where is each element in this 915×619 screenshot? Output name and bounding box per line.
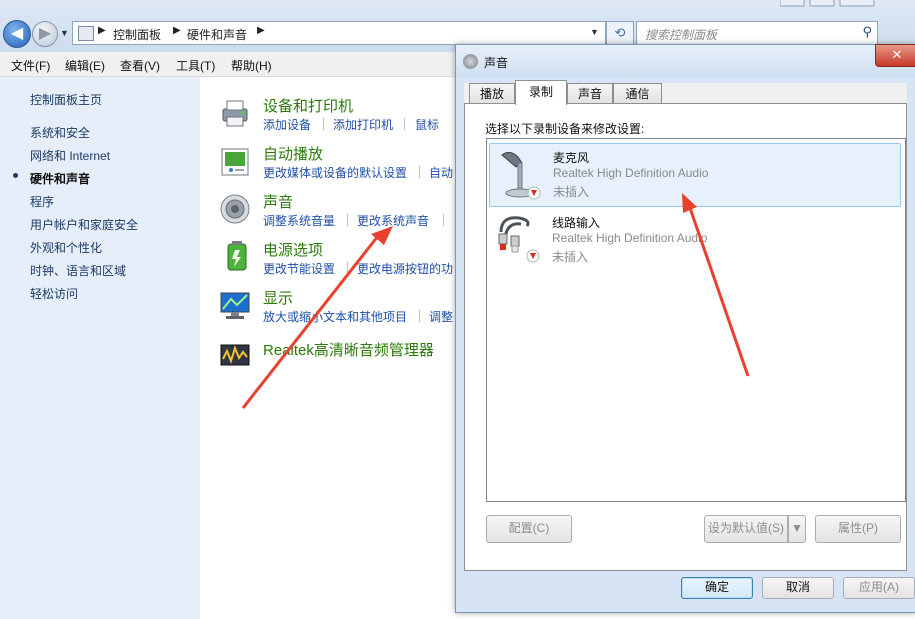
link-add-printer[interactable]: 添加打印机 [333,116,393,133]
ok-button[interactable]: 确定 [681,577,753,599]
link-divider [404,118,405,130]
menu-tools[interactable]: 工具(T) [176,57,215,74]
link-adjust-volume[interactable]: 调整系统音量 [263,212,335,229]
category-title-power-options[interactable]: 电源选项 [263,239,323,260]
realtek-icon[interactable] [219,339,251,371]
configure-button[interactable]: 配置(C) [486,515,572,543]
instruction-text: 选择以下录制设备来修改设置: [485,122,645,136]
device-description: Realtek High Definition Audio [552,231,708,245]
link-change-power-saving[interactable]: 更改节能设置 [263,260,335,277]
nav-clock-language[interactable]: 时钟、语言和区域 [30,262,126,279]
link-divider [347,214,348,226]
battery-icon[interactable] [221,240,253,272]
breadcrumb-separator-icon[interactable]: ▶ [173,25,181,36]
close-button[interactable]: ✕ [875,44,915,67]
link-add-device[interactable]: 添加设备 [263,116,311,133]
link-mouse[interactable]: 鼠标 [415,116,439,133]
control-panel-icon [78,26,94,41]
breadcrumb-control-panel[interactable]: 控制面板 [113,26,161,43]
link-change-media-defaults[interactable]: 更改媒体或设备的默认设置 [263,164,407,181]
dialog-body: 播放 录制 声音 通信 选择以下录制设备来修改设置: 麦克风 Realtek H… [464,80,907,571]
link-power-button-truncated[interactable]: 更改电源按钮的功 [357,260,453,277]
properties-button[interactable]: 属性(P) [815,515,901,543]
nav-appearance[interactable]: 外观和个性化 [30,239,102,256]
sound-icon [463,54,478,69]
device-description: Realtek High Definition Audio [553,166,709,180]
nav-user-accounts[interactable]: 用户帐户和家庭安全 [30,216,138,233]
category-title-realtek[interactable]: Realtek高清晰音频管理器 [263,339,434,360]
link-zoom-text[interactable]: 放大或缩小文本和其他项目 [263,308,407,325]
link-divider [347,262,348,274]
menu-help[interactable]: 帮助(H) [231,57,272,74]
breadcrumb-separator-icon[interactable]: ▶ [98,25,106,36]
current-item-bullet [13,173,18,178]
back-arrow-icon: ◀ [10,25,24,42]
line-in-cable-icon [498,216,540,263]
tab-sounds[interactable]: 声音 [567,83,613,104]
sound-dialog: 声音 ✕ 播放 录制 声音 通信 选择以下录制设备来修改设置: 麦克风 Real… [455,44,915,613]
search-icon[interactable]: ⚲ [862,24,872,40]
device-item-microphone[interactable]: 麦克风 Realtek High Definition Audio 未插入 [489,143,901,207]
address-bar[interactable]: ▶ 控制面板 ▶ 硬件和声音 ▶ ▼ [72,21,606,45]
menu-view[interactable]: 查看(V) [120,57,160,74]
nav-network-internet[interactable]: 网络和 Internet [30,147,110,164]
link-adjust-truncated[interactable]: 调整 [429,308,453,325]
device-name: 线路输入 [552,216,601,230]
autoplay-icon[interactable] [219,146,251,178]
menu-file[interactable]: 文件(F) [11,57,50,74]
menu-edit[interactable]: 编辑(E) [65,57,105,74]
refresh-button[interactable]: ⟲ [606,21,634,45]
device-status: 未插入 [552,250,589,264]
category-title-devices-printers[interactable]: 设备和打印机 [263,95,353,116]
forward-arrow-icon: ▶ [38,25,52,42]
display-icon[interactable] [219,289,251,321]
link-autoplay-truncated[interactable]: 自动 [429,164,453,181]
link-change-system-sounds[interactable]: 更改系统声音 [357,212,429,229]
speaker-icon[interactable] [219,193,251,225]
nav-system-security[interactable]: 系统和安全 [30,124,90,141]
printer-icon[interactable] [219,97,251,129]
breadcrumb-hardware-sound[interactable]: 硬件和声音 [187,26,247,43]
microphone-icon [501,151,541,200]
chevron-down-icon: ▼ [791,521,803,535]
category-title-sound[interactable]: 声音 [263,191,293,212]
refresh-icon: ⟲ [614,25,626,40]
link-divider [443,214,444,226]
nav-ease-of-access[interactable]: 轻松访问 [30,285,78,302]
dialog-title-bar[interactable]: 声音 ✕ [456,44,915,77]
nav-hardware-sound[interactable]: 硬件和声音 [30,170,90,187]
tab-recording[interactable]: 录制 [515,80,567,105]
close-icon: ✕ [891,47,903,62]
nav-control-panel-home[interactable]: 控制面板主页 [30,91,102,108]
search-placeholder: 搜索控制面板 [645,28,718,42]
window-caption-buttons[interactable] [780,0,880,8]
apply-button[interactable]: 应用(A) [843,577,915,599]
forward-button[interactable]: ▶ [32,21,58,47]
category-title-display[interactable]: 显示 [263,287,293,308]
tab-playback[interactable]: 播放 [469,83,515,104]
cancel-button[interactable]: 取消 [762,577,834,599]
recording-device-list[interactable]: 麦克风 Realtek High Definition Audio 未插入 线路… [486,138,906,502]
device-item-line-in[interactable]: 线路输入 Realtek High Definition Audio 未插入 [489,209,899,271]
breadcrumb-separator-icon[interactable]: ▶ [257,25,265,36]
history-dropdown-icon[interactable]: ▼ [60,28,69,38]
dialog-title: 声音 [484,56,509,70]
search-input[interactable]: 搜索控制面板 ⚲ [636,21,878,45]
left-navigation-pane: 控制面板主页 系统和安全 网络和 Internet 硬件和声音 程序 用户帐户和… [0,77,200,619]
tab-communications[interactable]: 通信 [613,83,662,104]
device-name: 麦克风 [553,151,590,165]
address-dropdown-icon[interactable]: ▼ [590,27,599,37]
back-button[interactable]: ◀ [3,20,31,48]
category-title-autoplay[interactable]: 自动播放 [263,143,323,164]
link-divider [323,118,324,130]
set-default-button[interactable]: 设为默认值(S) [704,515,788,543]
recording-tab-panel: 选择以下录制设备来修改设置: 麦克风 Realtek High Definiti… [464,103,907,571]
set-default-dropdown[interactable]: ▼ [788,515,806,543]
link-divider [419,310,420,322]
device-status: 未插入 [553,185,590,199]
link-divider [419,166,420,178]
nav-programs[interactable]: 程序 [30,193,54,210]
